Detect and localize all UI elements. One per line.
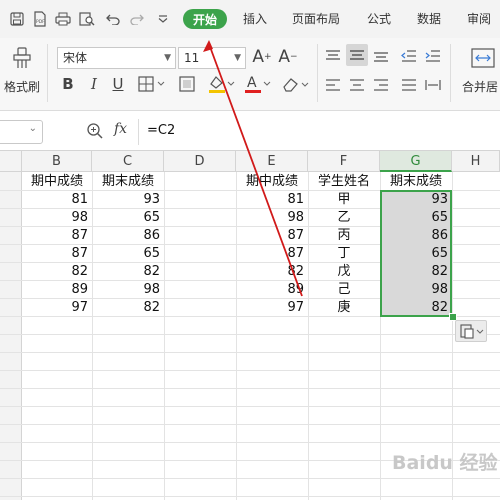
watermark: Baidu 经验 — [392, 452, 498, 474]
annotation-arrow — [203, 40, 303, 297]
